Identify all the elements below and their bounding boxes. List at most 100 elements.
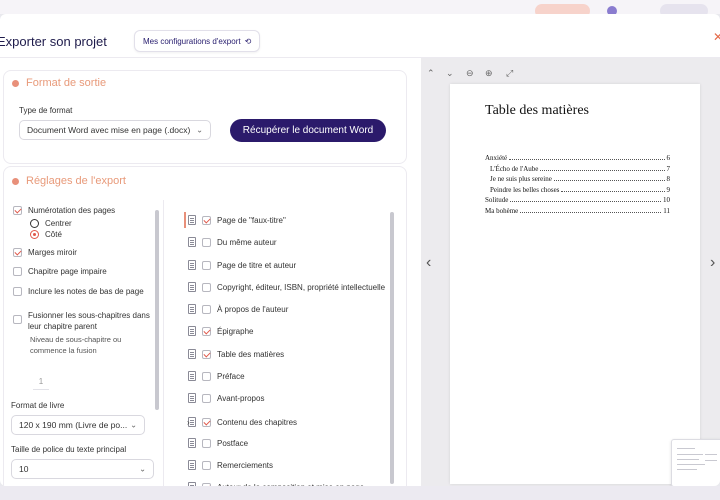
settings-divider bbox=[163, 200, 164, 486]
odd-chapter-option[interactable]: Chapitre page impaire bbox=[13, 266, 107, 277]
chevron-down-icon: ⌄ bbox=[130, 420, 137, 430]
page-item-checkbox[interactable] bbox=[202, 327, 211, 336]
toc-leader bbox=[510, 201, 661, 202]
preview-prev-arrow-icon[interactable]: ‹ bbox=[426, 254, 431, 272]
numbering-side-option[interactable]: Côté bbox=[30, 229, 62, 240]
section-dot-icon bbox=[12, 177, 19, 185]
next-page-icon[interactable]: ⌄ bbox=[446, 68, 454, 79]
page-item-checkbox[interactable] bbox=[202, 305, 211, 314]
page-item[interactable]: Table des matières bbox=[188, 348, 284, 360]
subchapter-level-input[interactable]: 1 bbox=[33, 374, 49, 390]
page-item-checkbox[interactable] bbox=[202, 350, 211, 359]
output-format-card: Format de sortie Type de format Document… bbox=[3, 70, 407, 164]
settings-scrollbar[interactable] bbox=[155, 210, 159, 410]
merge-subchapters-option[interactable]: Fusionner les sous-chapitres dans leur c… bbox=[13, 310, 150, 332]
page-item-label: Page de titre et auteur bbox=[217, 260, 297, 270]
toc-entry-label: Anxiété bbox=[485, 154, 508, 162]
page-item-label: Auteur de la composition et mise en page bbox=[217, 483, 364, 487]
book-format-select[interactable]: 120 x 190 mm (Livre de po... ⌄ bbox=[11, 415, 145, 435]
document-icon bbox=[188, 237, 196, 247]
pages-scrollbar[interactable] bbox=[390, 212, 394, 484]
toc-title: Table des matières bbox=[485, 103, 589, 118]
download-word-button[interactable]: Récupérer le document Word bbox=[230, 119, 386, 142]
page-numbering-option[interactable]: Numérotation des pages bbox=[13, 205, 115, 216]
toc-entry-page: 9 bbox=[666, 185, 671, 194]
odd-chapter-label: Chapitre page impaire bbox=[28, 267, 107, 276]
preview-page: Table des matières Anxiété 6 L'Écho de l'A… bbox=[450, 84, 700, 484]
page-item[interactable]: Page de "faux-titre" bbox=[188, 214, 286, 226]
document-icon bbox=[188, 371, 196, 381]
page-item[interactable]: Page de titre et auteur bbox=[188, 259, 296, 271]
numbering-side-label: Côté bbox=[45, 230, 62, 239]
font-size-select[interactable]: 10 ⌄ bbox=[11, 459, 154, 479]
document-icon bbox=[188, 260, 196, 270]
chevron-right-icon[interactable]: › bbox=[187, 418, 190, 427]
numbering-center-option[interactable]: Centrer bbox=[30, 218, 72, 229]
fullscreen-icon[interactable]: ⤢ bbox=[506, 68, 513, 79]
odd-chapter-checkbox[interactable] bbox=[13, 267, 22, 276]
page-numbering-checkbox[interactable] bbox=[13, 206, 22, 215]
merge-subchapters-checkbox[interactable] bbox=[13, 315, 22, 324]
toc-leader bbox=[509, 159, 665, 160]
page-item-checkbox[interactable] bbox=[202, 394, 211, 403]
close-icon[interactable]: ✕ bbox=[713, 30, 720, 44]
modal-header: Exporter son projet Mes configurations d… bbox=[0, 14, 720, 58]
page-thumbnail[interactable] bbox=[671, 439, 720, 486]
page-item-checkbox[interactable] bbox=[202, 372, 211, 381]
page-item-label: À propos de l'auteur bbox=[217, 304, 289, 314]
toc-entry-page: 7 bbox=[666, 164, 671, 173]
export-configurations-button[interactable]: Mes configurations d'export ⟲ bbox=[134, 30, 261, 52]
page-item-checkbox[interactable] bbox=[202, 483, 211, 486]
zoom-out-icon[interactable]: ⊖ bbox=[466, 68, 474, 79]
mirror-margins-option[interactable]: Marges miroir bbox=[13, 247, 77, 258]
toc-entry: Peindre les belles choses 9 bbox=[490, 184, 670, 194]
toc-entry-label: Je ne suis plus sereine bbox=[490, 175, 552, 183]
background-footer bbox=[0, 486, 720, 500]
zoom-in-icon[interactable]: ⊕ bbox=[485, 68, 493, 79]
page-item-label: Postface bbox=[217, 438, 249, 448]
numbering-center-radio[interactable] bbox=[30, 219, 39, 228]
toc-entry: L'Écho de l'Aube 7 bbox=[490, 163, 670, 173]
footnotes-option[interactable]: Inclure les notes de bas de page bbox=[13, 286, 144, 297]
subchapter-level-line-1: Niveau de sous-chapitre ou bbox=[30, 335, 122, 344]
preview-pane: ⌃ ⌄ ⊖ ⊕ ⤢ ‹ › Table des matières Anxiété… bbox=[421, 58, 720, 486]
footnotes-label: Inclure les notes de bas de page bbox=[28, 287, 144, 296]
page-item-checkbox[interactable] bbox=[202, 283, 211, 292]
page-item[interactable]: Copyright, éditeur, ISBN, propriété inte… bbox=[188, 281, 385, 293]
page-item[interactable]: Postface bbox=[188, 437, 248, 449]
output-format-title: Format de sortie bbox=[12, 77, 106, 89]
chevron-down-icon: ⌄ bbox=[196, 125, 203, 135]
font-size-value: 10 bbox=[19, 464, 29, 474]
document-icon bbox=[188, 438, 196, 448]
modal-title: Exporter son projet bbox=[0, 34, 107, 49]
page-item[interactable]: Remerciements bbox=[188, 459, 273, 471]
page-item-checkbox[interactable] bbox=[202, 439, 211, 448]
numbering-side-radio[interactable] bbox=[30, 230, 39, 239]
preview-next-arrow-icon[interactable]: › bbox=[710, 254, 715, 272]
toc-entry-page: 11 bbox=[663, 206, 670, 215]
page-item-checkbox[interactable] bbox=[202, 461, 211, 470]
page-item-checkbox[interactable] bbox=[202, 238, 211, 247]
format-type-select[interactable]: Document Word avec mise en page (.docx) … bbox=[19, 120, 211, 140]
page-item[interactable]: Du même auteur bbox=[188, 236, 277, 248]
footnotes-checkbox[interactable] bbox=[13, 287, 22, 296]
page-item[interactable]: À propos de l'auteur bbox=[188, 303, 288, 315]
export-modal: Exporter son projet Mes configurations d… bbox=[0, 14, 720, 486]
page-item-label: Du même auteur bbox=[217, 237, 277, 247]
format-type-label: Type de format bbox=[19, 106, 73, 115]
page-item[interactable]: Auteur de la composition et mise en page bbox=[188, 481, 364, 486]
export-settings-title: Réglages de l'export bbox=[12, 175, 126, 187]
previous-page-icon[interactable]: ⌃ bbox=[427, 68, 435, 79]
page-item-checkbox[interactable] bbox=[202, 418, 211, 427]
book-format-label: Format de livre bbox=[11, 401, 65, 410]
page-item[interactable]: Avant-propos bbox=[188, 392, 264, 404]
numbering-center-label: Centrer bbox=[45, 219, 72, 228]
mirror-margins-checkbox[interactable] bbox=[13, 248, 22, 257]
page-item[interactable]: Épigraphe bbox=[188, 325, 253, 337]
page-item-label: Copyright, éditeur, ISBN, propriété inte… bbox=[217, 282, 386, 292]
page-item[interactable]: Contenu des chapitres bbox=[188, 416, 297, 428]
page-item-checkbox[interactable] bbox=[202, 261, 211, 270]
document-icon bbox=[188, 393, 196, 403]
page-item-checkbox[interactable] bbox=[202, 216, 211, 225]
page-item[interactable]: Préface bbox=[188, 370, 245, 382]
